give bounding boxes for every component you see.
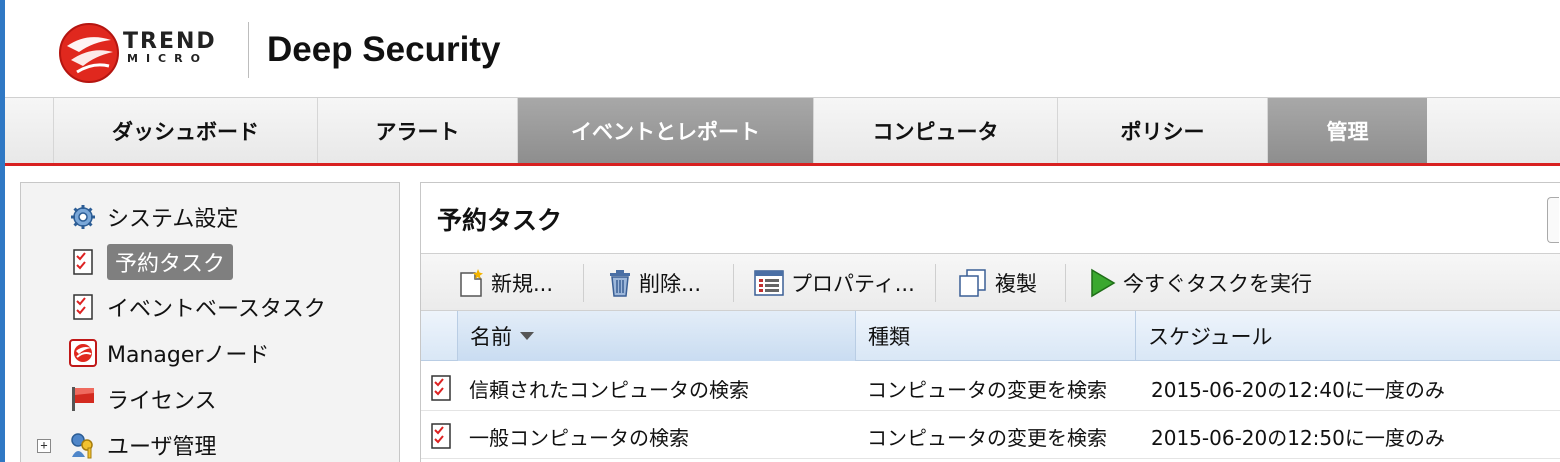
new-button-label: 新規... xyxy=(491,272,554,296)
toolbar-separator xyxy=(1065,264,1066,302)
sidebar-item-label: 予約タスク xyxy=(107,244,234,280)
task-icon xyxy=(431,423,451,449)
column-header-schedule[interactable]: スケジュール xyxy=(1135,311,1560,361)
toolbar: 新規... 削除... プロパティ... 複製 今すぐタスクを実行 xyxy=(421,253,1560,311)
table-row[interactable]: 信頼されたコンピュータの検索 コンピュータの変更を検索 2015-06-20の1… xyxy=(421,365,1560,411)
new-button[interactable]: 新規... xyxy=(457,264,553,302)
sidebar-item-user-management[interactable]: ユーザ管理 xyxy=(69,427,217,462)
tab-computers[interactable]: コンピュータ xyxy=(813,98,1057,163)
sidebar-item-license[interactable]: ライセンス xyxy=(69,381,217,417)
sidebar-item-manager-nodes[interactable]: Managerノード xyxy=(69,335,269,371)
toolbar-separator xyxy=(583,264,584,302)
delete-button[interactable]: 削除... xyxy=(607,264,701,302)
table-header: 名前 種類 スケジュール xyxy=(421,311,1560,361)
scheduled-tasks-panel: 予約タスク 新規... 削除... プロパティ... 複製 今すぐタスクを実行 … xyxy=(420,182,1560,462)
sidebar-item-label: システム設定 xyxy=(107,207,239,232)
sidebar-item-label: イベントベースタスク xyxy=(107,297,326,322)
product-title: Deep Security xyxy=(267,30,501,69)
tab-administration[interactable]: 管理 xyxy=(1267,98,1427,163)
task-name-cell: 信頼されたコンピュータの検索 xyxy=(469,377,749,402)
properties-button-label: プロパティ... xyxy=(791,272,915,296)
task-schedule-cell: 2015-06-20の12:50に一度のみ xyxy=(1151,425,1445,450)
gear-icon xyxy=(71,205,95,229)
properties-button[interactable]: プロパティ... xyxy=(753,264,915,302)
sort-descending-icon xyxy=(520,332,534,340)
run-task-now-button[interactable]: 今すぐタスクを実行 xyxy=(1087,264,1312,302)
manager-node-icon xyxy=(69,339,97,367)
header-divider xyxy=(248,22,249,78)
task-icon xyxy=(73,294,93,320)
column-header-name[interactable]: 名前 xyxy=(457,311,855,361)
task-type-cell: コンピュータの変更を検索 xyxy=(867,377,1107,402)
duplicate-button-label: 複製 xyxy=(995,272,1037,296)
tab-alerts[interactable]: アラート xyxy=(317,98,517,163)
license-flag-icon xyxy=(72,387,94,411)
duplicate-icon xyxy=(959,269,986,297)
column-header-type[interactable]: 種類 xyxy=(855,311,1135,361)
sidebar-item-label: ユーザ管理 xyxy=(107,435,217,460)
brand-micro-text: MICRO xyxy=(127,52,208,65)
task-name-cell: 一般コンピュータの検索 xyxy=(469,425,689,450)
properties-icon xyxy=(754,270,784,296)
play-icon xyxy=(1091,268,1116,298)
brand-trend-text: TREND xyxy=(123,29,217,54)
new-document-icon xyxy=(460,269,483,297)
toolbar-separator xyxy=(935,264,936,302)
table-row[interactable]: 一般コンピュータの検索 コンピュータの変更を検索 2015-06-20の12:5… xyxy=(421,413,1560,459)
main-nav: ダッシュボード アラート イベントとレポート コンピュータ ポリシー 管理 xyxy=(5,98,1560,166)
header-icon-column xyxy=(421,311,457,361)
admin-tree: システム設定 予約タスク イベントベースタスク Managerノード ライセンス… xyxy=(20,182,400,462)
trash-icon xyxy=(610,270,630,297)
run-task-now-label: 今すぐタスクを実行 xyxy=(1123,272,1312,296)
sidebar-item-system-settings[interactable]: システム設定 xyxy=(69,199,238,235)
task-icon xyxy=(431,375,451,401)
brand-wordmark: TREND MICRO xyxy=(123,31,217,65)
sidebar-item-label: Managerノード xyxy=(107,343,270,368)
tab-events-reports[interactable]: イベントとレポート xyxy=(517,98,813,163)
duplicate-button[interactable]: 複製 xyxy=(957,264,1037,302)
app-header: TREND MICRO Deep Security xyxy=(5,0,1560,98)
page-title: 予約タスク xyxy=(437,206,563,235)
toolbar-separator xyxy=(733,264,734,302)
expand-toggle[interactable]: + xyxy=(37,439,51,453)
task-icon xyxy=(73,249,93,275)
task-type-cell: コンピュータの変更を検索 xyxy=(867,425,1107,450)
trend-micro-logo-icon xyxy=(59,23,119,83)
search-box[interactable] xyxy=(1547,197,1559,243)
column-name-label: 名前 xyxy=(470,325,512,349)
sidebar-item-event-based-tasks[interactable]: イベントベースタスク xyxy=(69,289,326,325)
tab-policies[interactable]: ポリシー xyxy=(1057,98,1267,163)
sidebar-item-scheduled-tasks[interactable]: 予約タスク xyxy=(69,244,234,280)
key-user-icon xyxy=(71,433,93,459)
sidebar-item-label: ライセンス xyxy=(107,389,217,414)
tab-dashboard[interactable]: ダッシュボード xyxy=(53,98,317,163)
task-schedule-cell: 2015-06-20の12:40に一度のみ xyxy=(1151,377,1445,402)
delete-button-label: 削除... xyxy=(639,272,702,296)
